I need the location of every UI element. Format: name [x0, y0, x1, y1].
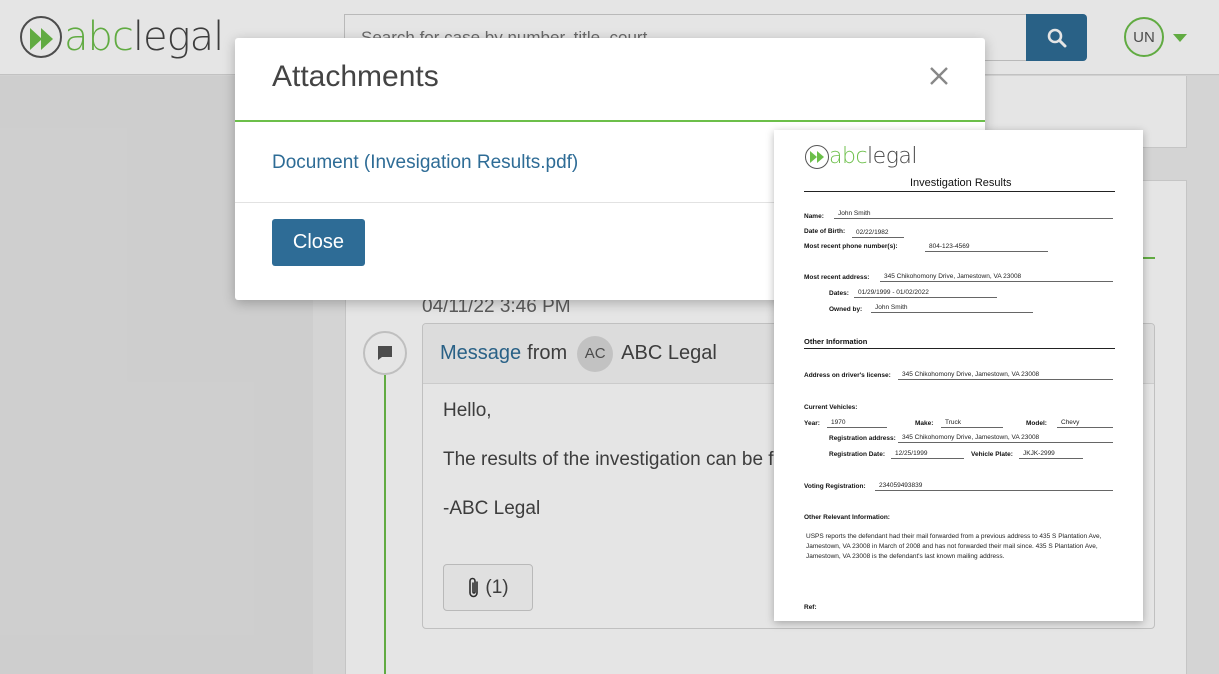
- label-reg-address: Registration address:: [829, 435, 896, 442]
- label-vehicle-plate: Vehicle Plate:: [971, 451, 1013, 458]
- value-owned-by: John Smith: [871, 303, 1033, 313]
- label-dob: Date of Birth:: [804, 228, 846, 235]
- value-phone: 804-123-4569: [925, 242, 1048, 252]
- value-other-relevant: USPS reports the defendant had their mai…: [806, 533, 1102, 560]
- preview-title: Investigation Results: [910, 177, 1012, 189]
- value-make: Truck: [941, 418, 1003, 428]
- value-model: Chevy: [1057, 418, 1113, 428]
- preview-logo-text: abclegal: [829, 144, 917, 169]
- label-model: Model:: [1026, 420, 1047, 427]
- value-address: 345 Chikohomony Drive, Jamestown, VA 230…: [880, 272, 1113, 282]
- label-name: Name:: [804, 213, 824, 220]
- label-dates: Dates:: [829, 290, 849, 297]
- document-link[interactable]: Document (Invesigation Results.pdf): [272, 152, 578, 174]
- value-reg-address: 345 Chikohomony Drive, Jamestown, VA 230…: [898, 433, 1113, 443]
- logo-chevron-icon: [805, 144, 829, 169]
- value-name: John Smith: [834, 209, 1113, 219]
- label-current-vehicles: Current Vehicles:: [804, 404, 858, 411]
- preview-rule: [804, 348, 1115, 349]
- label-year: Year:: [804, 420, 820, 427]
- value-vehicle-plate: JKJK-2999: [1019, 449, 1083, 459]
- label-voting-reg: Voting Registration:: [804, 483, 866, 490]
- modal-header: Attachments: [235, 38, 985, 122]
- label-phone: Most recent phone number(s):: [804, 243, 898, 250]
- value-dl-address: 345 Chikohomony Drive, Jamestown, VA 230…: [898, 370, 1113, 380]
- close-button[interactable]: Close: [272, 219, 365, 266]
- value-dates: 01/29/1999 - 01/02/2022: [854, 288, 997, 298]
- label-ref: Ref:: [804, 604, 817, 611]
- label-dl-address: Address on driver's license:: [804, 372, 891, 379]
- label-reg-date: Registration Date:: [829, 451, 885, 458]
- label-address: Most recent address:: [804, 274, 870, 281]
- value-dob: 02/22/1982: [852, 228, 904, 238]
- section-other-info: Other Information: [804, 337, 868, 346]
- value-year: 1970: [827, 418, 887, 428]
- label-make: Make:: [915, 420, 934, 427]
- label-other-relevant: Other Relevant Information:: [804, 514, 890, 521]
- label-owned-by: Owned by:: [829, 306, 863, 313]
- preview-logo: abclegal: [805, 144, 917, 169]
- modal-title: Attachments: [272, 60, 439, 93]
- value-voting-reg: 234059493839: [875, 481, 1113, 491]
- document-preview: abclegal Investigation Results Name: Joh…: [774, 130, 1143, 621]
- preview-rule: [804, 191, 1115, 192]
- close-icon[interactable]: [925, 62, 953, 90]
- value-reg-date: 12/25/1999: [891, 449, 964, 459]
